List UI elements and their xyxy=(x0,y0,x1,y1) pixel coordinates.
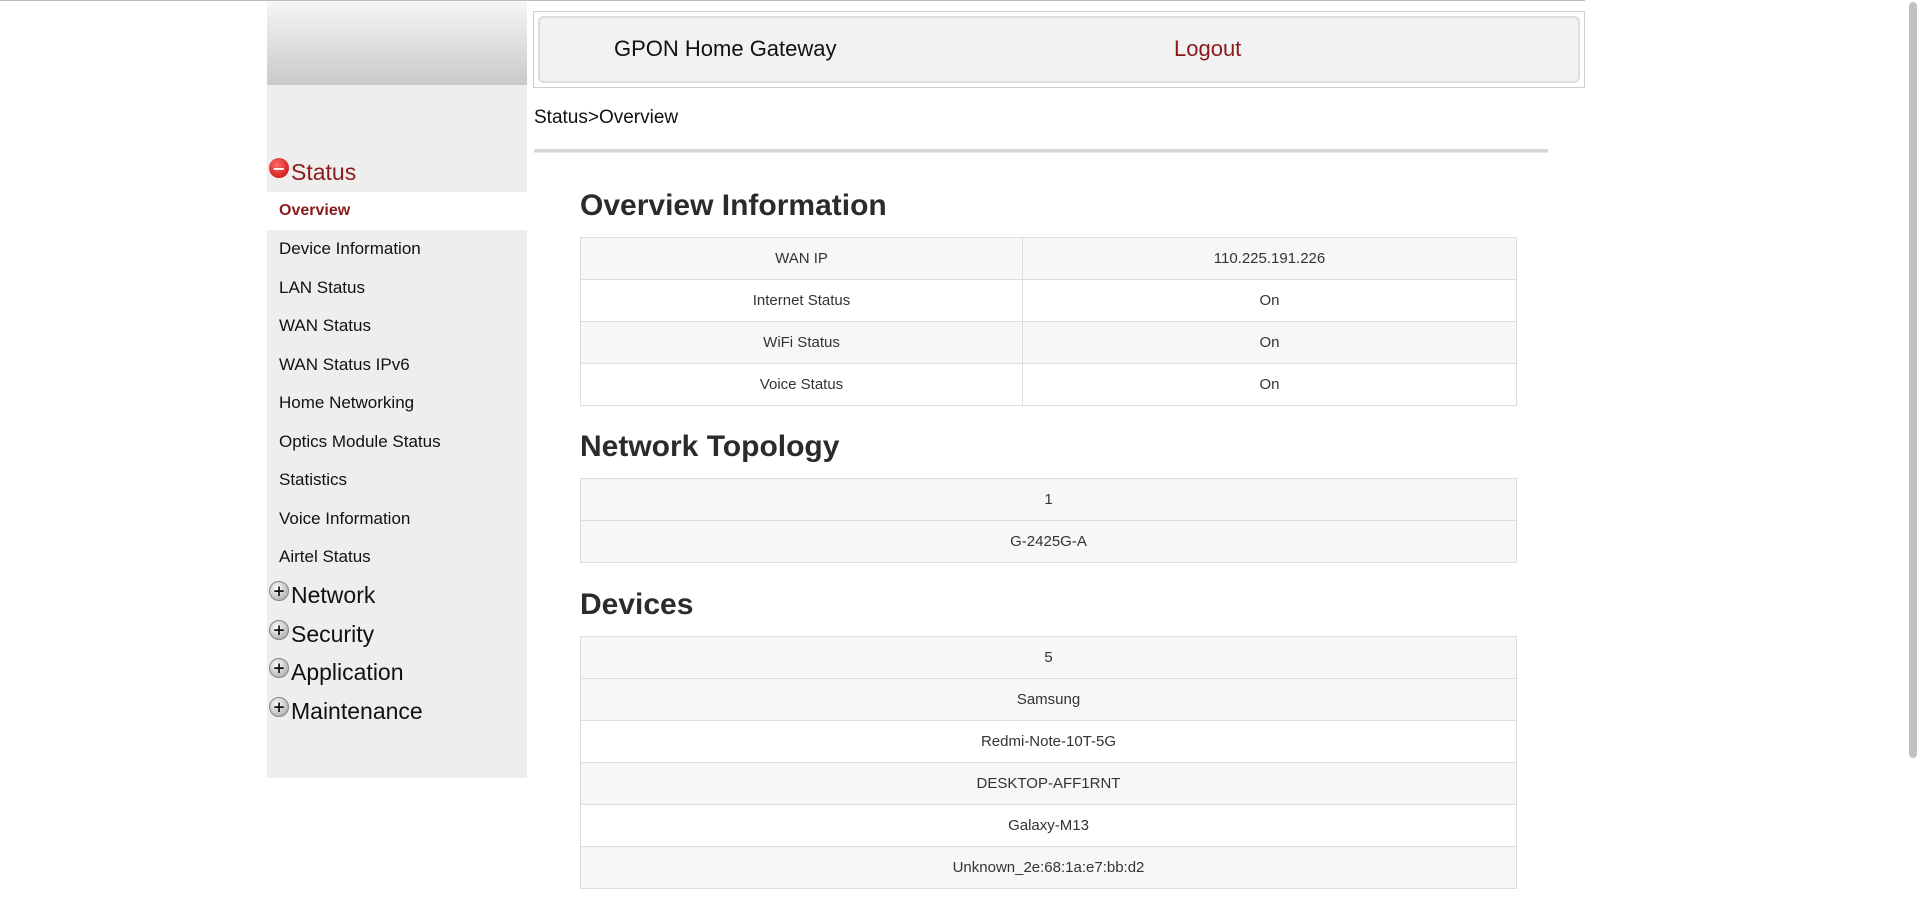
collapse-icon[interactable]: − xyxy=(269,158,289,178)
devices-count: 5 xyxy=(581,637,1517,679)
sidebar-group-application[interactable]: + Application xyxy=(267,654,527,690)
sidebar-item-statistics[interactable]: Statistics xyxy=(267,461,527,499)
row-value: On xyxy=(1023,280,1517,322)
topology-device: G-2425G-A xyxy=(581,521,1517,563)
table-row: Redmi-Note-10T-5G xyxy=(581,721,1517,763)
breadcrumb: Status>Overview xyxy=(534,107,678,129)
sidebar-item-wan-status-ipv6[interactable]: WAN Status IPv6 xyxy=(267,346,527,384)
device-name: Redmi-Note-10T-5G xyxy=(581,721,1517,763)
sidebar-group-maintenance[interactable]: + Maintenance xyxy=(267,693,527,729)
table-row: WAN IP 110.225.191.226 xyxy=(581,238,1517,280)
sidebar-item-overview[interactable]: Overview xyxy=(267,192,527,230)
sidebar-item-device-information[interactable]: Device Information xyxy=(267,230,527,268)
row-label: WiFi Status xyxy=(581,322,1023,364)
sidebar-group-label: Network xyxy=(291,582,375,609)
overview-title: Overview Information xyxy=(580,189,887,223)
sidebar-group-network[interactable]: + Network xyxy=(267,577,527,613)
table-row: Samsung xyxy=(581,679,1517,721)
topology-table: 1 G-2425G-A xyxy=(580,478,1517,563)
sidebar-group-security[interactable]: + Security xyxy=(267,616,527,652)
table-row: Voice Status On xyxy=(581,364,1517,406)
sidebar-item-optics-module-status[interactable]: Optics Module Status xyxy=(267,423,527,461)
table-row: 5 xyxy=(581,637,1517,679)
header-panel: GPON Home Gateway Logout xyxy=(538,16,1580,83)
table-row: Galaxy-M13 xyxy=(581,805,1517,847)
table-row: Unknown_2e:68:1a:e7:bb:d2 xyxy=(581,847,1517,889)
sidebar-group-label: Security xyxy=(291,621,374,648)
expand-icon[interactable]: + xyxy=(269,620,289,640)
sidebar-item-home-networking[interactable]: Home Networking xyxy=(267,384,527,422)
devices-table: 5 Samsung Redmi-Note-10T-5G DESKTOP-AFF1… xyxy=(580,636,1517,889)
header-bar: GPON Home Gateway Logout xyxy=(533,11,1585,88)
table-row: G-2425G-A xyxy=(581,521,1517,563)
page: − Status Overview Device Information LAN… xyxy=(267,1,1585,912)
topology-title: Network Topology xyxy=(580,430,839,464)
sidebar-group-label: Maintenance xyxy=(291,698,423,725)
sidebar: − Status Overview Device Information LAN… xyxy=(267,1,527,778)
sidebar-group-status[interactable]: − Status xyxy=(267,154,527,190)
row-label: Voice Status xyxy=(581,364,1023,406)
vertical-scrollbar[interactable] xyxy=(1905,0,1920,912)
sidebar-header-gradient xyxy=(267,1,527,85)
row-label: WAN IP xyxy=(581,238,1023,280)
devices-title: Devices xyxy=(580,588,693,622)
table-row: WiFi Status On xyxy=(581,322,1517,364)
divider xyxy=(534,149,1548,153)
table-row: Internet Status On xyxy=(581,280,1517,322)
logout-link[interactable]: Logout xyxy=(1174,36,1241,62)
sidebar-item-airtel-status[interactable]: Airtel Status xyxy=(267,538,527,576)
device-name: Samsung xyxy=(581,679,1517,721)
table-row: 1 xyxy=(581,479,1517,521)
scrollbar-thumb[interactable] xyxy=(1909,2,1917,758)
expand-icon[interactable]: + xyxy=(269,581,289,601)
device-name: DESKTOP-AFF1RNT xyxy=(581,763,1517,805)
row-value: On xyxy=(1023,364,1517,406)
topology-count: 1 xyxy=(581,479,1517,521)
row-value: 110.225.191.226 xyxy=(1023,238,1517,280)
expand-icon[interactable]: + xyxy=(269,658,289,678)
sidebar-item-lan-status[interactable]: LAN Status xyxy=(267,269,527,307)
sidebar-group-label: Application xyxy=(291,659,404,686)
sidebar-group-label: Status xyxy=(291,159,356,186)
gateway-title: GPON Home Gateway xyxy=(614,36,837,62)
expand-icon[interactable]: + xyxy=(269,697,289,717)
row-label: Internet Status xyxy=(581,280,1023,322)
device-name: Unknown_2e:68:1a:e7:bb:d2 xyxy=(581,847,1517,889)
sidebar-item-voice-information[interactable]: Voice Information xyxy=(267,500,527,538)
table-row: DESKTOP-AFF1RNT xyxy=(581,763,1517,805)
device-name: Galaxy-M13 xyxy=(581,805,1517,847)
overview-table: WAN IP 110.225.191.226 Internet Status O… xyxy=(580,237,1517,406)
sidebar-item-wan-status[interactable]: WAN Status xyxy=(267,307,527,345)
row-value: On xyxy=(1023,322,1517,364)
